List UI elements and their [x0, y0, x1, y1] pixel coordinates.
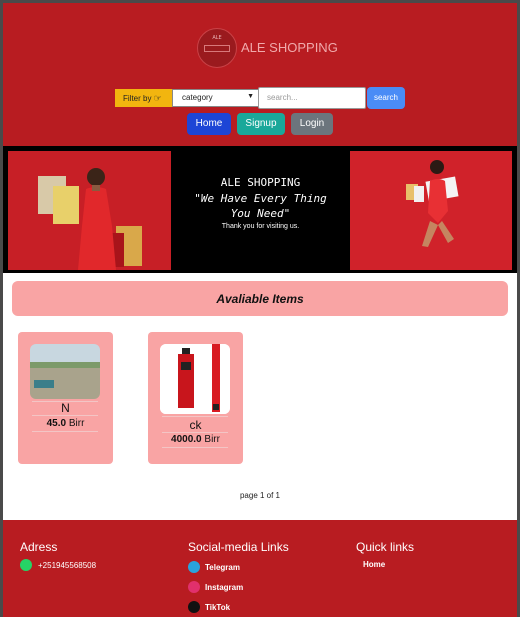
product-image[interactable]: [30, 344, 100, 399]
hero-image-right: [350, 151, 512, 270]
hero-text: ALE SHOPPING "We Have Every Thing You Ne…: [173, 176, 348, 230]
pagination-text: page 1 of 1: [239, 491, 281, 500]
quick-link-home[interactable]: Home: [363, 560, 385, 569]
category-select[interactable]: category ▼: [172, 89, 259, 107]
product-card[interactable]: ck 4000.0 Birr: [148, 332, 243, 464]
brand-name: ALE SHOPPING: [241, 40, 338, 55]
search-input[interactable]: search...: [258, 87, 366, 109]
social-heading: Social-media Links: [188, 540, 289, 554]
address-heading: Adress: [20, 540, 58, 554]
instagram-icon: [188, 581, 200, 593]
pointing-hand-icon: ☞: [153, 93, 162, 103]
section-title: Avaliable Items: [12, 281, 508, 316]
logo-text: ALE: [212, 35, 222, 41]
telegram-link[interactable]: Telegram: [205, 563, 240, 572]
chevron-down-icon: ▼: [247, 93, 254, 100]
quick-links-heading: Quick links: [356, 540, 415, 554]
product-name: N: [61, 401, 70, 415]
hero-slogan-line1: "We Have Every Thing: [194, 192, 327, 205]
tiktok-icon: [188, 601, 200, 613]
search-placeholder: search...: [267, 93, 298, 102]
product-price: 45.0 Birr: [18, 418, 113, 429]
footer: Adress +251945568508 Social-media Links …: [3, 520, 517, 617]
page: ALE ALE SHOPPING Filter by ☞ category ▼ …: [3, 3, 517, 617]
telegram-icon: [188, 561, 200, 573]
product-image[interactable]: [160, 344, 230, 414]
category-select-value: category: [182, 93, 213, 102]
hero-image-left: [8, 151, 171, 270]
login-button[interactable]: Login: [291, 113, 333, 135]
price-currency: Birr: [204, 434, 220, 445]
card-divider: [162, 447, 228, 448]
product-name: ck: [189, 418, 202, 432]
filter-label-text: Filter by: [123, 94, 152, 103]
search-button[interactable]: search: [367, 87, 405, 109]
filter-label: Filter by ☞: [115, 89, 172, 107]
card-divider: [162, 432, 228, 433]
signup-button[interactable]: Signup: [237, 113, 285, 135]
logo-frame: [204, 45, 230, 52]
home-button[interactable]: Home: [187, 113, 231, 135]
whatsapp-icon: [20, 559, 32, 571]
logo[interactable]: ALE: [197, 28, 237, 68]
card-divider: [32, 431, 98, 432]
product-card[interactable]: N 45.0 Birr: [18, 332, 113, 464]
hero-banner: ALE SHOPPING "We Have Every Thing You Ne…: [3, 146, 517, 273]
phone-number[interactable]: +251945568508: [38, 561, 96, 570]
product-price: 4000.0 Birr: [148, 434, 243, 445]
card-divider: [32, 415, 98, 416]
hero-thanks: Thank you for visiting us.: [221, 223, 300, 230]
hero-slogan: "We Have Every Thing You Need": [173, 191, 348, 221]
hero-slogan-line2: You Need": [230, 207, 291, 220]
hero-title: ALE SHOPPING: [220, 176, 301, 189]
instagram-link[interactable]: Instagram: [205, 583, 243, 592]
price-value: 4000.0: [171, 434, 202, 445]
price-value: 45.0: [46, 418, 67, 429]
header: ALE ALE SHOPPING Filter by ☞ category ▼ …: [3, 3, 517, 146]
card-divider: [162, 416, 228, 417]
tiktok-link[interactable]: TikTok: [205, 603, 230, 612]
price-currency: Birr: [68, 418, 85, 429]
